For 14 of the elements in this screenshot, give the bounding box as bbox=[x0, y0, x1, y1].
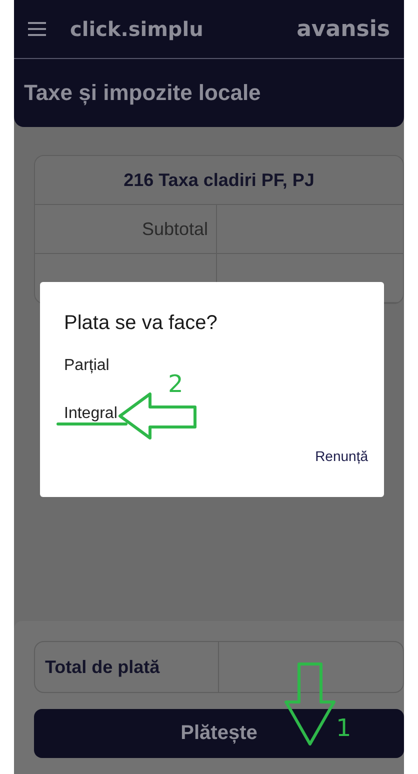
app-brand: click.simplu bbox=[70, 17, 204, 41]
card-title: 216 Taxa cladiri PF, PJ bbox=[35, 156, 403, 205]
step-number: 1 bbox=[336, 716, 352, 740]
partner-logo-text: avansis bbox=[296, 16, 390, 42]
underline-annotation bbox=[56, 421, 128, 427]
dialog-option[interactable]: Integral bbox=[64, 390, 118, 438]
dialog-title: Plata se va face? bbox=[64, 310, 218, 336]
step-number: 2 bbox=[168, 372, 184, 396]
menu-icon[interactable] bbox=[28, 22, 46, 36]
total-field: Total de plată bbox=[34, 641, 404, 693]
cancel-button[interactable]: Renunță bbox=[311, 444, 372, 468]
table-cell: Subtotal bbox=[35, 205, 217, 253]
page-title: Taxe și impozite locale bbox=[24, 80, 261, 106]
dialog-option[interactable]: Parțial bbox=[64, 342, 110, 390]
